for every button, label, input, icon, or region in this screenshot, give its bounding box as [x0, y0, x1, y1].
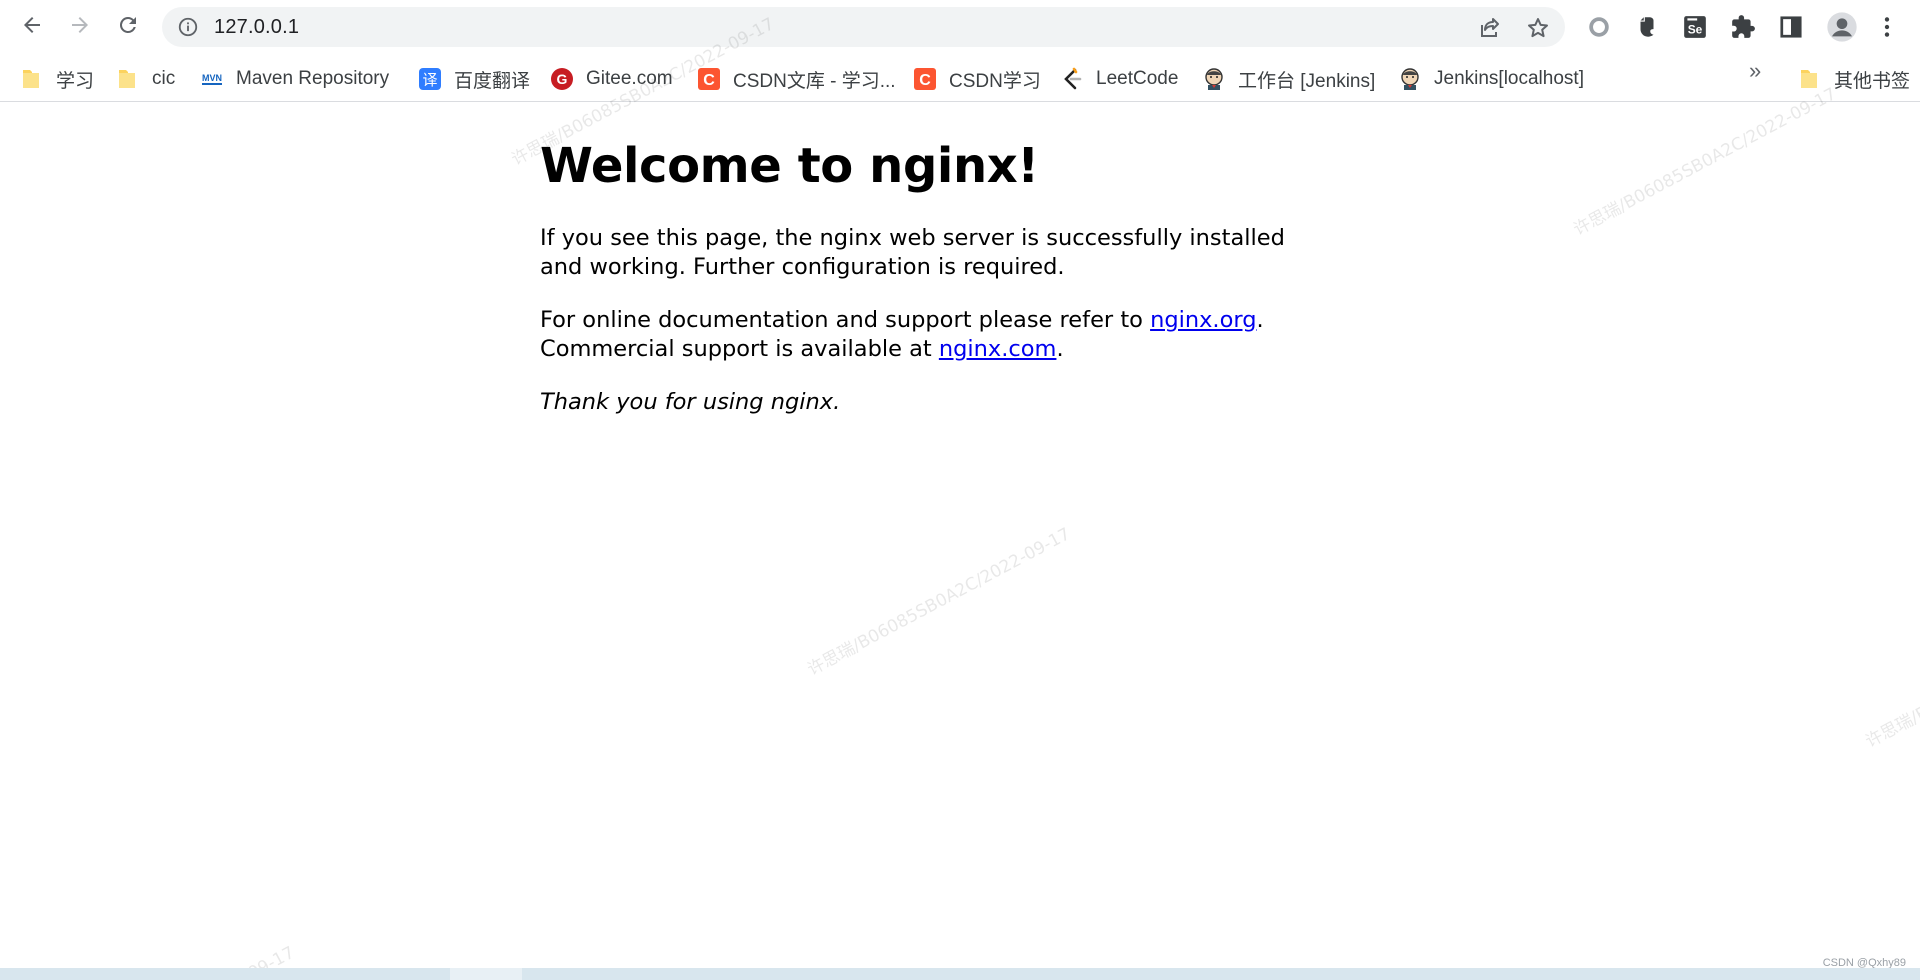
- intro-paragraph: If you see this page, the nginx web serv…: [540, 225, 1285, 280]
- leetcode-icon: [1060, 67, 1084, 91]
- bookmark-label: 学习: [56, 70, 95, 92]
- csdn-icon: C: [697, 67, 721, 91]
- circle-extension-icon: [1589, 17, 1609, 37]
- bookmark-folder-xuexi[interactable]: 学习: [20, 64, 94, 94]
- reload-button[interactable]: [110, 7, 146, 43]
- jenkins-icon: [1398, 67, 1422, 91]
- star-icon[interactable]: [1526, 16, 1550, 40]
- bookmark-label: LeetCode: [1096, 68, 1179, 89]
- support-paragraph: For online documentation and support ple…: [540, 306, 1300, 364]
- bookmark-baidu-translate[interactable]: 译 百度翻译: [418, 64, 530, 94]
- selenium-icon: Se: [1684, 16, 1706, 38]
- bookmark-leetcode[interactable]: LeetCode: [1060, 64, 1178, 94]
- svg-text:C: C: [703, 72, 715, 89]
- extensions-button[interactable]: [1728, 12, 1758, 42]
- page-title: Welcome to nginx!: [540, 138, 1039, 194]
- folder-icon: [1798, 67, 1822, 91]
- baidu-translate-icon: 译: [418, 67, 442, 91]
- taskbar-strip: [0, 968, 1920, 980]
- bookmark-label: CSDN文库 - 学习...: [733, 70, 896, 92]
- support-text: For online documentation and support ple…: [540, 307, 1151, 333]
- page-content: Welcome to nginx! If you see this page, …: [540, 138, 1300, 441]
- evernote-button[interactable]: [1632, 12, 1662, 42]
- puzzle-icon: [1732, 15, 1755, 38]
- thanks-paragraph: Thank you for using nginx.: [540, 388, 1300, 417]
- forward-button[interactable]: [62, 7, 98, 43]
- support-period: .: [1256, 307, 1264, 333]
- watermark: 许思瑞/B06085SB0A2C/2022-09-17: [804, 524, 1074, 681]
- bookmark-label: Maven Repository: [236, 68, 390, 89]
- bookmark-label: cic: [152, 68, 176, 89]
- bookmark-label: Gitee.com: [586, 68, 673, 89]
- menu-button[interactable]: [1872, 12, 1902, 42]
- taskbar-active-item[interactable]: [450, 968, 522, 980]
- thanks-text: Thank you for using nginx.: [540, 389, 841, 415]
- selenium-label: Se: [1688, 23, 1703, 37]
- circle-extension-button[interactable]: [1584, 12, 1614, 42]
- svg-text:MVN: MVN: [202, 73, 222, 83]
- share-icon[interactable]: [1478, 16, 1502, 40]
- commercial-period: .: [1056, 336, 1064, 362]
- reload-icon: [119, 16, 136, 33]
- bookmark-label: 其他书签: [1834, 70, 1911, 92]
- commercial-text: Commercial support is available at: [540, 336, 939, 362]
- arrow-right-icon: [72, 17, 88, 33]
- bookmark-csdn-xuexi[interactable]: C CSDN学习: [913, 64, 1041, 94]
- folder-icon: [20, 67, 44, 91]
- watermark: 许思瑞/B06085SB0A2C/2022-09-17: [1570, 84, 1840, 241]
- bookmark-label: 工作台 [Jenkins]: [1238, 70, 1376, 92]
- menu-icon: [1884, 17, 1890, 37]
- gitee-icon: G: [550, 67, 574, 91]
- bookmark-label: Jenkins[localhost]: [1434, 68, 1584, 89]
- back-button[interactable]: [14, 7, 50, 43]
- bookmark-label: CSDN学习: [949, 70, 1041, 92]
- svg-text:C: C: [919, 72, 931, 89]
- profile-icon: [1827, 12, 1857, 42]
- svg-text:译: 译: [422, 71, 437, 89]
- bookmarks-bar: 学习 cic MVN Maven Repository 译 百度翻译 G Git…: [0, 56, 1920, 102]
- svg-text:G: G: [557, 71, 568, 87]
- nginx-org-link[interactable]: nginx.org: [1150, 307, 1256, 333]
- side-panel-button[interactable]: [1776, 12, 1806, 42]
- profile-button[interactable]: [1824, 9, 1860, 45]
- arrow-left-icon: [24, 17, 40, 33]
- bookmark-gitee[interactable]: G Gitee.com: [550, 64, 673, 94]
- browser-toolbar: 127.0.0.1 Se: [0, 0, 1920, 54]
- bookmark-label: 百度翻译: [454, 70, 531, 92]
- nginx-com-link[interactable]: nginx.com: [939, 336, 1057, 362]
- bookmark-jenkins-workbench[interactable]: 工作台 [Jenkins]: [1202, 64, 1375, 94]
- folder-icon: [116, 67, 140, 91]
- bookmark-jenkins-localhost[interactable]: Jenkins[localhost]: [1398, 64, 1584, 94]
- evernote-icon: [1640, 17, 1654, 37]
- jenkins-icon: [1202, 67, 1226, 91]
- address-bar[interactable]: 127.0.0.1: [162, 7, 1565, 47]
- csdn-icon: C: [913, 67, 937, 91]
- watermark: 许思瑞/B06085SB0A2C/2022-09-17: [1862, 596, 1920, 753]
- bookmark-folder-cic[interactable]: cic: [116, 64, 175, 94]
- selenium-button[interactable]: Se: [1680, 12, 1710, 42]
- info-icon[interactable]: [177, 16, 199, 38]
- url-text[interactable]: 127.0.0.1: [214, 16, 299, 39]
- maven-icon: MVN: [200, 67, 224, 91]
- bookmark-other-folder[interactable]: 其他书签: [1798, 64, 1910, 94]
- bookmark-csdn-wenku[interactable]: C CSDN文库 - 学习...: [697, 64, 896, 94]
- bookmark-maven-repository[interactable]: MVN Maven Repository: [200, 64, 389, 94]
- sidepanel-icon: [1780, 16, 1802, 38]
- bookmarks-overflow-button[interactable]: »: [1749, 58, 1761, 84]
